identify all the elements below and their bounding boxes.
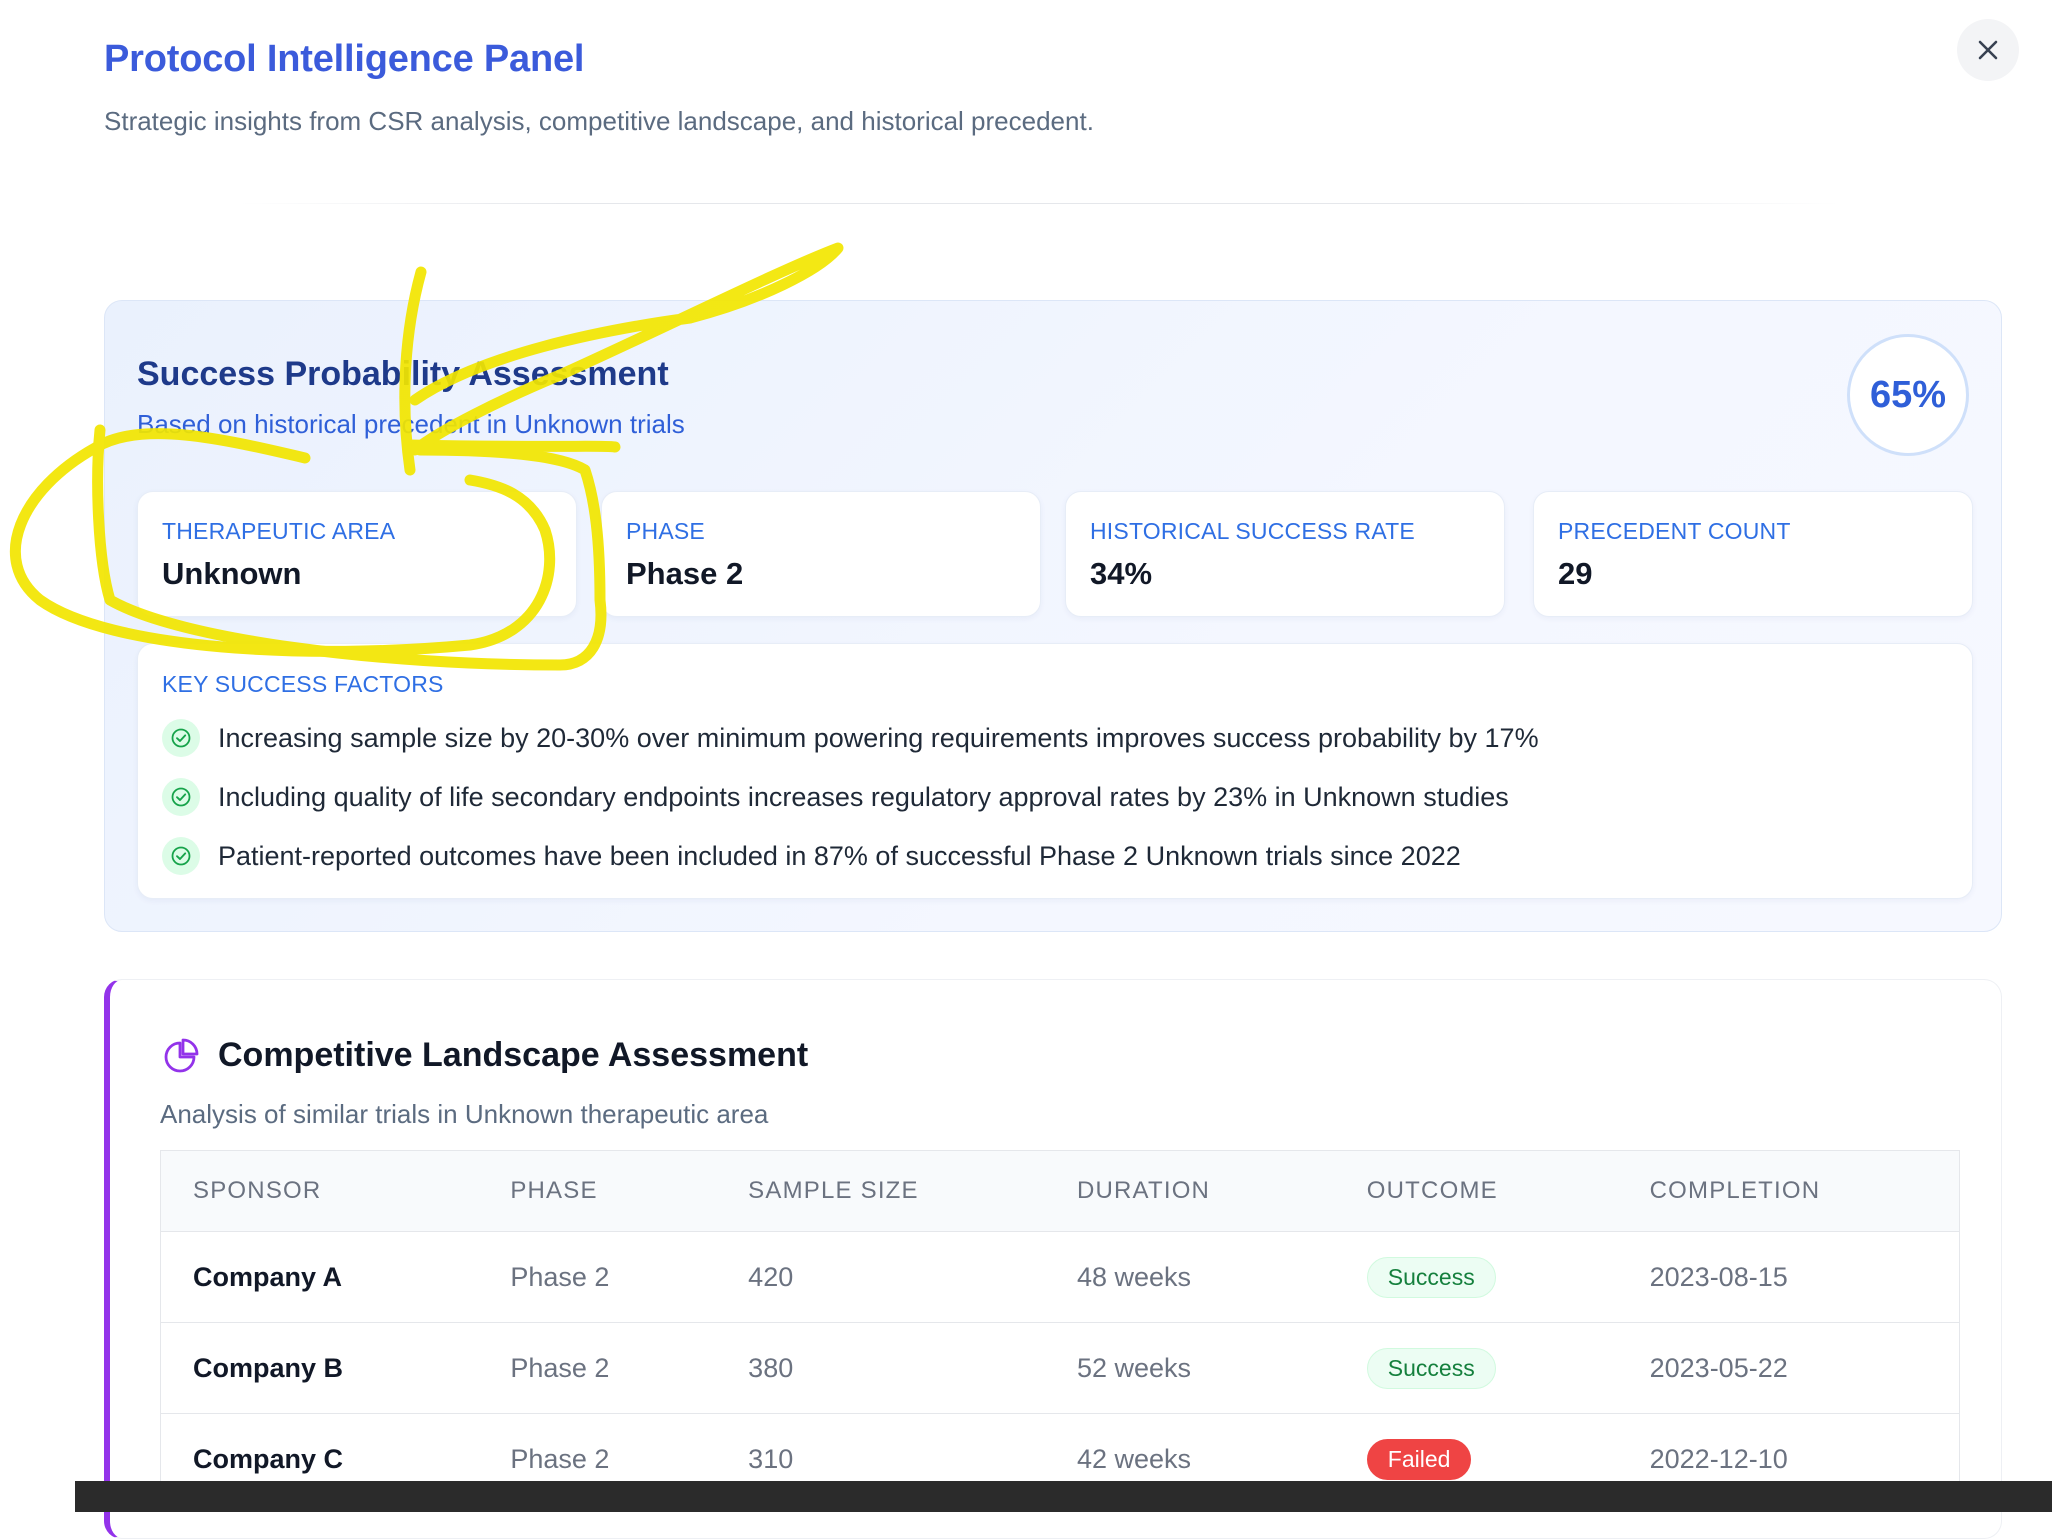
column-header-outcome[interactable]: OUTCOME: [1334, 1150, 1618, 1232]
stat-label: THERAPEUTIC AREA: [162, 518, 396, 544]
cell-completion: 2023-05-22: [1617, 1322, 1960, 1414]
stat-label: PRECEDENT COUNT: [1558, 518, 1791, 544]
cell-phase: Phase 2: [478, 1231, 717, 1323]
check-circle-icon: [162, 719, 200, 757]
stat-label: HISTORICAL SUCCESS RATE: [1090, 518, 1415, 544]
outcome-badge: Success: [1366, 1347, 1496, 1389]
check-circle-icon: [162, 778, 200, 816]
column-header-sponsor[interactable]: SPONSOR: [160, 1150, 479, 1232]
bottom-overlay-bar: [75, 1481, 2052, 1512]
cell-outcome: Success: [1334, 1322, 1618, 1414]
pie-chart-icon: [164, 1038, 199, 1073]
success-score-badge: 65%: [1847, 334, 1969, 456]
column-header-phase[interactable]: PHASE: [478, 1150, 717, 1232]
factor-item: Including quality of life secondary endp…: [162, 778, 1509, 816]
cell-sample-size: 420: [716, 1231, 1045, 1323]
factor-item: Patient-reported outcomes have been incl…: [162, 837, 1461, 875]
factor-text: Patient-reported outcomes have been incl…: [218, 840, 1461, 871]
stat-value: Phase 2: [626, 556, 744, 591]
cell-sample-size: 380: [716, 1322, 1045, 1414]
factors-label: KEY SUCCESS FACTORS: [162, 671, 444, 697]
stat-value: Unknown: [162, 556, 302, 591]
header-divider: [240, 203, 1840, 204]
column-header-sample-size[interactable]: SAMPLE SIZE: [716, 1150, 1045, 1232]
factor-text: Including quality of life secondary endp…: [218, 781, 1509, 812]
factor-item: Increasing sample size by 20-30% over mi…: [162, 719, 1539, 757]
success-title: Success Probability Assessment: [137, 355, 669, 393]
stat-card-precedent-count: PRECEDENT COUNT 29: [1533, 491, 1973, 617]
key-success-factors: KEY SUCCESS FACTORS Increasing sample si…: [137, 643, 1973, 899]
stat-card-phase: PHASE Phase 2: [601, 491, 1041, 617]
cell-completion: 2023-08-15: [1617, 1231, 1960, 1323]
outcome-badge: Success: [1366, 1256, 1496, 1298]
success-subtitle: Based on historical precedent in Unknown…: [137, 409, 685, 439]
cell-sponsor: Company B: [160, 1322, 479, 1414]
factor-text: Increasing sample size by 20-30% over mi…: [218, 722, 1539, 753]
stat-value: 29: [1558, 556, 1593, 591]
cell-duration: 48 weeks: [1044, 1231, 1335, 1323]
outcome-badge: Failed: [1366, 1438, 1472, 1480]
table-row[interactable]: Company A Phase 2 420 48 weeks Success 2…: [160, 1231, 1960, 1323]
stat-card-therapeutic-area: THERAPEUTIC AREA Unknown: [137, 491, 577, 617]
competitive-subtitle: Analysis of similar trials in Unknown th…: [160, 1099, 769, 1129]
table-row[interactable]: Company B Phase 2 380 52 weeks Success 2…: [160, 1322, 1960, 1414]
cell-phase: Phase 2: [478, 1322, 717, 1414]
table-header-row: SPONSOR PHASE SAMPLE SIZE DURATION OUTCO…: [160, 1150, 1960, 1232]
cell-duration: 52 weeks: [1044, 1322, 1335, 1414]
column-header-duration[interactable]: DURATION: [1044, 1150, 1335, 1232]
panel-subtitle: Strategic insights from CSR analysis, co…: [104, 106, 1094, 136]
stat-card-historical-success-rate: HISTORICAL SUCCESS RATE 34%: [1065, 491, 1505, 617]
stat-value: 34%: [1090, 556, 1153, 591]
check-circle-icon: [162, 837, 200, 875]
stat-label: PHASE: [626, 518, 705, 544]
competitive-landscape-card: Competitive Landscape Assessment Analysi…: [104, 979, 2002, 1539]
cell-sponsor: Company A: [160, 1231, 479, 1323]
cell-outcome: Success: [1334, 1231, 1618, 1323]
panel-title: Protocol Intelligence Panel: [104, 38, 585, 80]
success-probability-card: Success Probability Assessment Based on …: [104, 300, 2002, 932]
column-header-completion[interactable]: COMPLETION: [1617, 1150, 1960, 1232]
competitive-title: Competitive Landscape Assessment: [218, 1036, 809, 1074]
close-button[interactable]: [1957, 19, 2019, 81]
close-icon: [1978, 40, 1998, 60]
competitive-table: SPONSOR PHASE SAMPLE SIZE DURATION OUTCO…: [160, 1150, 1960, 1505]
